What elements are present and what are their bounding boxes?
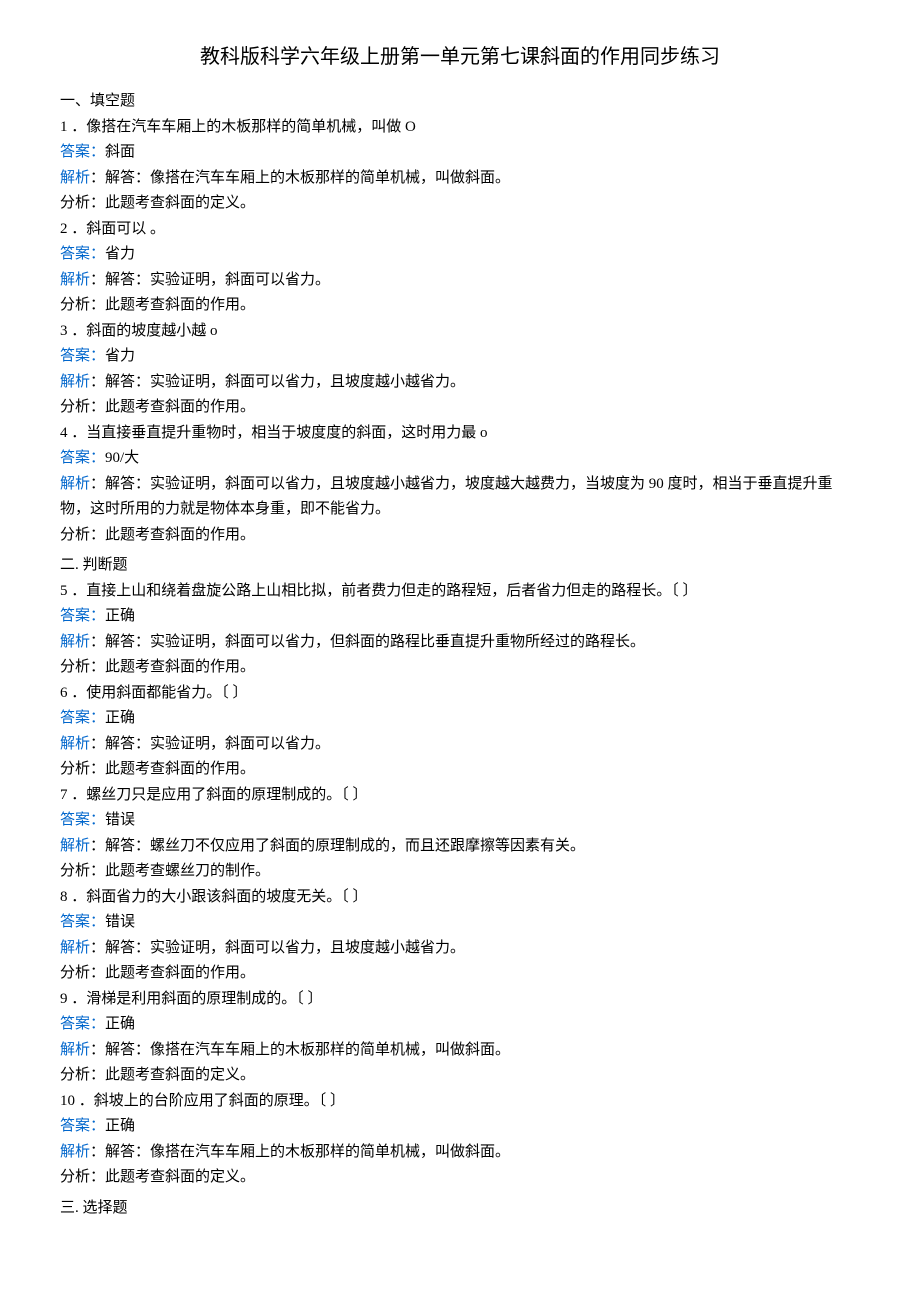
analysis-text: ：解答：实验证明，斜面可以省力，但斜面的路程比垂直提升重物所经过的路程长。 <box>90 634 645 650</box>
answer-line: 答案：正确 <box>60 706 860 732</box>
question-text: 9 ．滑梯是利用斜面的原理制成的。〔 〕 <box>60 987 860 1013</box>
note-text: 分析：此题考查斜面的作用。 <box>60 395 860 421</box>
analysis-label: 解析 <box>60 1042 90 1058</box>
question-text: 2 ．斜面可以 。 <box>60 217 860 243</box>
analysis-label: 解析 <box>60 736 90 752</box>
answer-text: 正确 <box>105 1118 135 1134</box>
answer-text: 省力 <box>105 348 135 364</box>
section3-heading: 三. 选择题 <box>60 1196 860 1222</box>
note-text: 分析：此题考查斜面的作用。 <box>60 961 860 987</box>
question-text: 10 ．斜坡上的台阶应用了斜面的原理。〔 〕 <box>60 1089 860 1115</box>
question-text: 3 ．斜面的坡度越小越 o <box>60 319 860 345</box>
note-text: 分析：此题考查斜面的定义。 <box>60 191 860 217</box>
analysis-text: ：解答：像搭在汽车车厢上的木板那样的简单机械，叫做斜面。 <box>90 1042 510 1058</box>
section1-heading: 一、填空题 <box>60 89 860 115</box>
note-text: 分析：此题考查斜面的作用。 <box>60 293 860 319</box>
answer-text: 错误 <box>105 914 135 930</box>
analysis-line: 解析：解答：实验证明，斜面可以省力，但斜面的路程比垂直提升重物所经过的路程长。 <box>60 630 860 656</box>
analysis-text: ：解答：实验证明，斜面可以省力。 <box>90 736 330 752</box>
analysis-label: 解析 <box>60 170 90 186</box>
note-text: 分析：此题考查斜面的作用。 <box>60 523 860 549</box>
answer-line: 答案：省力 <box>60 242 860 268</box>
analysis-line: 解析：解答：像搭在汽车车厢上的木板那样的简单机械，叫做斜面。 <box>60 1038 860 1064</box>
answer-label: 答案： <box>60 1016 105 1032</box>
answer-text: 90/大 <box>105 450 139 466</box>
analysis-text: ：解答：螺丝刀不仅应用了斜面的原理制成的，而且还跟摩擦等因素有关。 <box>90 838 585 854</box>
note-text: 分析：此题考查斜面的作用。 <box>60 655 860 681</box>
analysis-text: ：解答：实验证明，斜面可以省力，且坡度越小越省力，坡度越大越费力，当坡度为 90… <box>60 476 833 518</box>
answer-line: 答案：错误 <box>60 808 860 834</box>
analysis-line: 解析：解答：像搭在汽车车厢上的木板那样的简单机械，叫做斜面。 <box>60 1140 860 1166</box>
analysis-label: 解析 <box>60 476 90 492</box>
analysis-line: 解析：解答：实验证明，斜面可以省力，且坡度越小越省力。 <box>60 370 860 396</box>
answer-line: 答案：斜面 <box>60 140 860 166</box>
analysis-label: 解析 <box>60 940 90 956</box>
analysis-label: 解析 <box>60 272 90 288</box>
analysis-text: ：解答：像搭在汽车车厢上的木板那样的简单机械，叫做斜面。 <box>90 1144 510 1160</box>
answer-text: 省力 <box>105 246 135 262</box>
answer-text: 正确 <box>105 710 135 726</box>
answer-text: 正确 <box>105 608 135 624</box>
analysis-text: ：解答：像搭在汽车车厢上的木板那样的简单机械，叫做斜面。 <box>90 170 510 186</box>
analysis-line: 解析：解答：实验证明，斜面可以省力。 <box>60 268 860 294</box>
answer-label: 答案： <box>60 144 105 160</box>
note-text: 分析：此题考查斜面的作用。 <box>60 757 860 783</box>
analysis-label: 解析 <box>60 838 90 854</box>
answer-line: 答案：省力 <box>60 344 860 370</box>
answer-label: 答案： <box>60 1118 105 1134</box>
analysis-text: ：解答：实验证明，斜面可以省力。 <box>90 272 330 288</box>
answer-text: 斜面 <box>105 144 135 160</box>
analysis-label: 解析 <box>60 1144 90 1160</box>
question-text: 1 ．像搭在汽车车厢上的木板那样的简单机械，叫做 O <box>60 115 860 141</box>
answer-label: 答案： <box>60 246 105 262</box>
question-text: 4 ．当直接垂直提升重物时，相当于坡度度的斜面，这时用力最 o <box>60 421 860 447</box>
answer-label: 答案： <box>60 812 105 828</box>
section2-heading: 二. 判断题 <box>60 553 860 579</box>
question-text: 5 ．直接上山和绕着盘旋公路上山相比拟，前者费力但走的路程短，后者省力但走的路程… <box>60 579 860 605</box>
analysis-line: 解析：解答：实验证明，斜面可以省力，且坡度越小越省力。 <box>60 936 860 962</box>
analysis-line: 解析：解答：螺丝刀不仅应用了斜面的原理制成的，而且还跟摩擦等因素有关。 <box>60 834 860 860</box>
answer-label: 答案： <box>60 608 105 624</box>
analysis-line: 解析：解答：像搭在汽车车厢上的木板那样的简单机械，叫做斜面。 <box>60 166 860 192</box>
analysis-text: ：解答：实验证明，斜面可以省力，且坡度越小越省力。 <box>90 374 465 390</box>
answer-label: 答案： <box>60 914 105 930</box>
answer-label: 答案： <box>60 710 105 726</box>
note-text: 分析：此题考查螺丝刀的制作。 <box>60 859 860 885</box>
answer-label: 答案： <box>60 348 105 364</box>
answer-line: 答案：正确 <box>60 1114 860 1140</box>
answer-line: 答案：错误 <box>60 910 860 936</box>
document-title: 教科版科学六年级上册第一单元第七课斜面的作用同步练习 <box>60 40 860 74</box>
answer-line: 答案：90/大 <box>60 446 860 472</box>
question-text: 6 ．使用斜面都能省力。〔 〕 <box>60 681 860 707</box>
question-text: 8 ．斜面省力的大小跟该斜面的坡度无关。〔 〕 <box>60 885 860 911</box>
question-text: 7 ．螺丝刀只是应用了斜面的原理制成的。〔 〕 <box>60 783 860 809</box>
analysis-label: 解析 <box>60 634 90 650</box>
note-text: 分析：此题考查斜面的定义。 <box>60 1063 860 1089</box>
analysis-line: 解析：解答：实验证明，斜面可以省力，且坡度越小越省力，坡度越大越费力，当坡度为 … <box>60 472 860 523</box>
answer-text: 正确 <box>105 1016 135 1032</box>
note-text: 分析：此题考查斜面的定义。 <box>60 1165 860 1191</box>
analysis-line: 解析：解答：实验证明，斜面可以省力。 <box>60 732 860 758</box>
answer-line: 答案：正确 <box>60 1012 860 1038</box>
analysis-label: 解析 <box>60 374 90 390</box>
analysis-text: ：解答：实验证明，斜面可以省力，且坡度越小越省力。 <box>90 940 465 956</box>
answer-line: 答案：正确 <box>60 604 860 630</box>
answer-text: 错误 <box>105 812 135 828</box>
answer-label: 答案： <box>60 450 105 466</box>
